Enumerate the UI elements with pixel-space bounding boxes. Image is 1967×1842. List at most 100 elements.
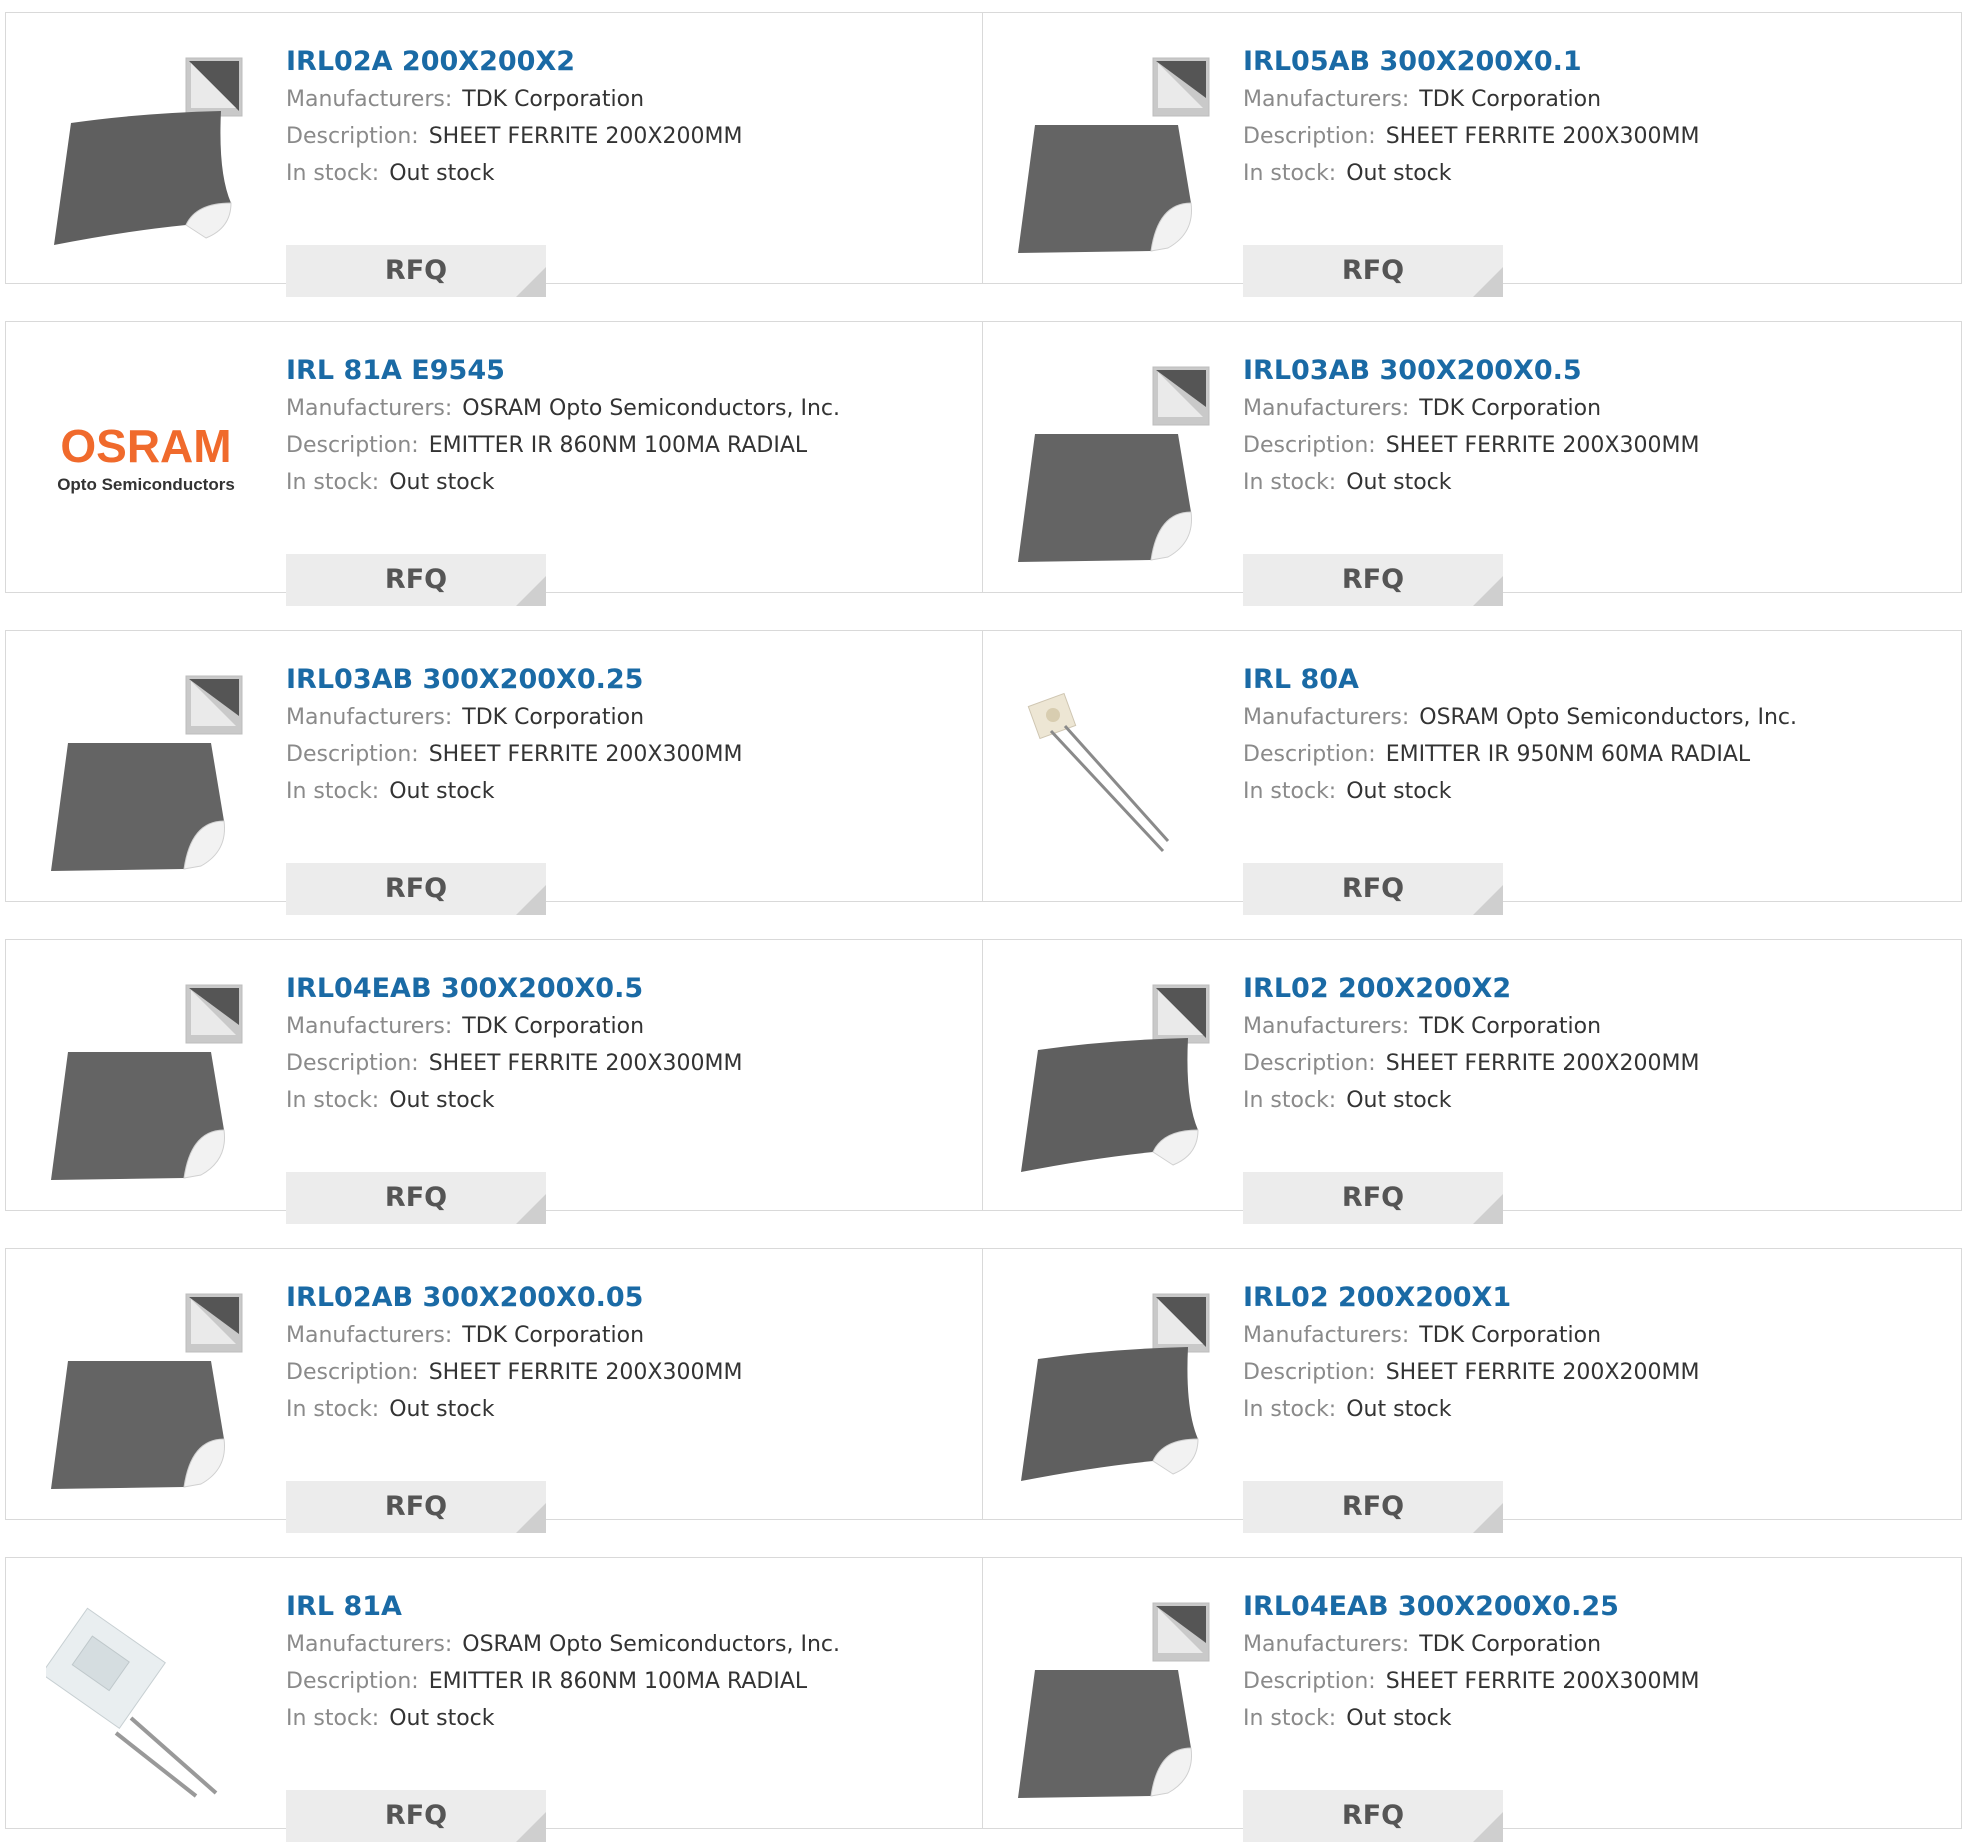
manufacturer-value: TDK Corporation [462,87,645,112]
rfq-button[interactable]: RFQ [286,1481,546,1533]
product-card: IRL02A 200X200X2 Manufacturers: TDK Corpo… [5,12,983,297]
rfq-button[interactable]: RFQ [286,554,546,606]
corner-triangle-icon [1473,1194,1503,1224]
stock-value: Out stock [1346,1088,1452,1113]
product-card: IRL 81A Manufacturers: OSRAM Opto Semicon… [5,1557,983,1842]
manufacturer-value: TDK Corporation [462,1323,645,1348]
product-image[interactable] [46,1598,246,1798]
product-image[interactable] [1013,1598,1213,1798]
product-image[interactable] [46,980,246,1180]
product-title-link[interactable]: IRL05AB 300X200X0.1 [1243,43,1951,81]
manufacturer-row: Manufacturers: TDK Corporation [1243,1626,1951,1663]
osram-logo-subtext: Opto Semiconductors [57,475,235,494]
product-info: IRL04EAB 300X200X0.25 Manufacturers: TDK … [1243,1588,1951,1842]
manufacturer-row: Manufacturers: TDK Corporation [286,699,972,736]
rfq-button[interactable]: RFQ [1243,245,1503,297]
rfq-button[interactable]: RFQ [1243,554,1503,606]
product-image[interactable]: OSRAM Opto Semiconductors [46,362,246,562]
product-title-link[interactable]: IRL 80A [1243,661,1951,699]
stock-row: In stock: Out stock [286,773,972,810]
product-title-link[interactable]: IRL 81A [286,1588,972,1626]
manufacturer-value: TDK Corporation [1419,1014,1602,1039]
rfq-button[interactable]: RFQ [1243,863,1503,915]
stock-label: In stock: [286,779,380,804]
rfq-label: RFQ [1341,1491,1405,1522]
product-title-link[interactable]: IRL04EAB 300X200X0.5 [286,970,972,1008]
description-value: EMITTER IR 860NM 100MA RADIAL [428,1669,808,1694]
manufacturer-label: Manufacturers: [1243,1632,1410,1657]
description-row: Description: SHEET FERRITE 200X300MM [286,1354,972,1391]
manufacturer-row: Manufacturers: TDK Corporation [1243,81,1951,118]
corner-triangle-icon [1473,885,1503,915]
stock-row: In stock: Out stock [1243,1700,1951,1737]
manufacturer-row: Manufacturers: OSRAM Opto Semiconductors,… [286,1626,972,1663]
stock-value: Out stock [389,1706,495,1731]
manufacturer-value: TDK Corporation [462,705,645,730]
product-title-link[interactable]: IRL04EAB 300X200X0.25 [1243,1588,1951,1626]
product-title-link[interactable]: IRL03AB 300X200X0.5 [1243,352,1951,390]
product-title-link[interactable]: IRL02 200X200X2 [1243,970,1951,1008]
stock-label: In stock: [286,470,380,495]
product-image[interactable] [1013,53,1213,253]
product-title-link[interactable]: IRL02A 200X200X2 [286,43,972,81]
corner-triangle-icon [516,576,546,606]
stock-row: In stock: Out stock [1243,155,1951,192]
manufacturer-value: TDK Corporation [1419,396,1602,421]
product-image[interactable] [46,1289,246,1489]
product-title-link[interactable]: IRL03AB 300X200X0.25 [286,661,972,699]
corner-triangle-icon [516,1503,546,1533]
manufacturer-value: OSRAM Opto Semiconductors, Inc. [1419,705,1797,730]
product-title-link[interactable]: IRL02 200X200X1 [1243,1279,1951,1317]
manufacturer-label: Manufacturers: [286,1323,453,1348]
description-value: SHEET FERRITE 200X200MM [428,124,743,149]
rfq-button[interactable]: RFQ [286,245,546,297]
product-image[interactable] [1013,980,1213,1180]
description-value: SHEET FERRITE 200X300MM [428,742,743,767]
rfq-label: RFQ [384,873,448,904]
description-label: Description: [1243,433,1376,458]
manufacturer-label: Manufacturers: [1243,1014,1410,1039]
rfq-label: RFQ [384,1800,448,1831]
manufacturer-value: OSRAM Opto Semiconductors, Inc. [462,396,840,421]
stock-value: Out stock [1346,470,1452,495]
product-image[interactable] [1013,1289,1213,1489]
rfq-button[interactable]: RFQ [286,1172,546,1224]
product-image[interactable] [46,53,246,253]
description-row: Description: SHEET FERRITE 200X200MM [1243,1354,1951,1391]
rfq-button[interactable]: RFQ [286,1790,546,1842]
product-title-link[interactable]: IRL 81A E9545 [286,352,972,390]
stock-label: In stock: [1243,779,1337,804]
stock-label: In stock: [286,1088,380,1113]
ferrite-sheet-rect-icon [51,1293,243,1489]
manufacturer-row: Manufacturers: TDK Corporation [286,1317,972,1354]
description-value: SHEET FERRITE 200X300MM [1385,124,1700,149]
stock-row: In stock: Out stock [286,1391,972,1428]
rfq-button[interactable]: RFQ [286,863,546,915]
stock-label: In stock: [286,1706,380,1731]
manufacturer-value: TDK Corporation [1419,1632,1602,1657]
rfq-button[interactable]: RFQ [1243,1790,1503,1842]
product-image[interactable] [46,671,246,871]
stock-row: In stock: Out stock [1243,1082,1951,1119]
description-value: SHEET FERRITE 200X200MM [1385,1360,1700,1385]
corner-triangle-icon [516,885,546,915]
rfq-button[interactable]: RFQ [1243,1172,1503,1224]
product-card: IRL02 200X200X2 Manufacturers: TDK Corpor… [983,939,1962,1224]
stock-label: In stock: [1243,470,1337,495]
description-row: Description: SHEET FERRITE 200X300MM [1243,1663,1951,1700]
stock-value: Out stock [1346,161,1452,186]
description-value: EMITTER IR 950NM 60MA RADIAL [1385,742,1751,767]
product-title-link[interactable]: IRL02AB 300X200X0.05 [286,1279,972,1317]
description-value: SHEET FERRITE 200X200MM [1385,1051,1700,1076]
description-value: SHEET FERRITE 200X300MM [428,1051,743,1076]
description-label: Description: [286,742,419,767]
product-info: IRL03AB 300X200X0.5 Manufacturers: TDK Co… [1243,352,1951,606]
product-image[interactable] [1013,671,1213,871]
rfq-button[interactable]: RFQ [1243,1481,1503,1533]
stock-value: Out stock [389,161,495,186]
product-image[interactable] [1013,362,1213,562]
stock-row: In stock: Out stock [286,1082,972,1119]
description-row: Description: SHEET FERRITE 200X300MM [286,1045,972,1082]
manufacturer-label: Manufacturers: [1243,396,1410,421]
manufacturer-row: Manufacturers: OSRAM Opto Semiconductors,… [1243,699,1951,736]
